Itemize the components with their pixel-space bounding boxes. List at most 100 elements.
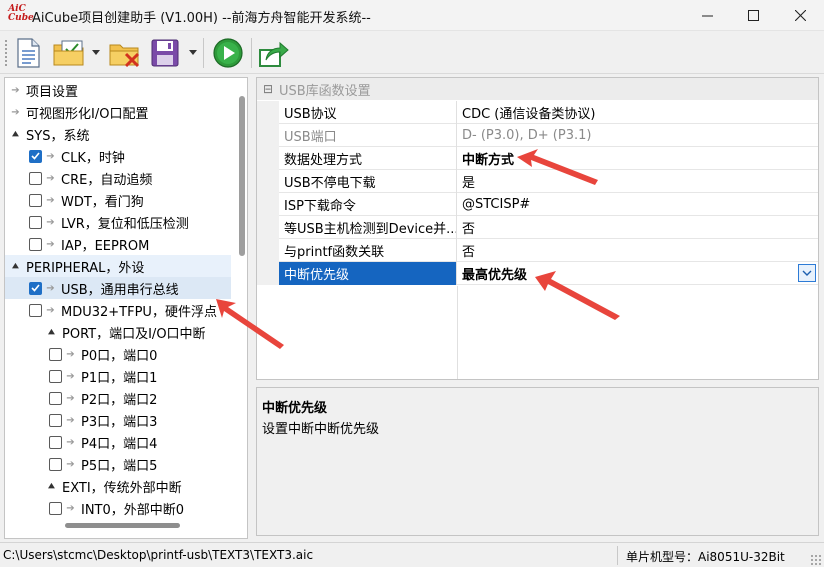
- save-button[interactable]: [148, 36, 182, 70]
- export-button[interactable]: [256, 36, 292, 70]
- resize-grip[interactable]: [810, 554, 822, 566]
- property-name: 等USB主机检测到Device并...: [279, 216, 457, 239]
- tree-item-checkbox[interactable]: [29, 237, 42, 251]
- property-value[interactable]: 否: [458, 216, 818, 239]
- tree-item[interactable]: ➔ LVR，复位和低压检测: [5, 211, 231, 233]
- tree-item[interactable]: ➔ MDU32+TFPU，硬件浮点: [5, 299, 231, 321]
- tree-item[interactable]: ➔ P4口，端口4: [5, 431, 231, 453]
- tree-item-checkbox[interactable]: [29, 149, 42, 163]
- arrow-right-icon: ➔: [66, 458, 75, 470]
- tree-item-label: P3口，端口3: [81, 414, 158, 430]
- tree-item[interactable]: ➔ IAP，EEPROM: [5, 233, 231, 255]
- tree-item-checkbox[interactable]: [29, 193, 42, 207]
- collapse-icon[interactable]: ⊟: [257, 82, 279, 96]
- tree-vertical-scrollbar[interactable]: [239, 96, 245, 256]
- property-value[interactable]: @STCISP#: [458, 193, 818, 216]
- tree-item-label: LVR，复位和低压检测: [61, 216, 189, 232]
- tree-item-checkbox[interactable]: [49, 347, 62, 361]
- save-dropdown-arrow[interactable]: [189, 50, 197, 55]
- tree-item-checkbox[interactable]: [29, 281, 42, 295]
- minimize-icon: [701, 15, 713, 17]
- minimize-button[interactable]: [684, 0, 730, 31]
- property-value[interactable]: D- (P3.0), D+ (P3.1): [458, 124, 818, 147]
- tree-item-checkbox[interactable]: [29, 171, 42, 185]
- tree-item-label: CRE，自动追频: [61, 172, 153, 188]
- tree-item-label: P0口，端口0: [81, 348, 158, 364]
- property-value[interactable]: 是: [458, 170, 818, 193]
- property-row[interactable]: USB不停电下载是: [257, 170, 818, 193]
- property-value[interactable]: 最高优先级: [458, 262, 818, 285]
- property-row[interactable]: USB端口 D- (P3.0), D+ (P3.1): [257, 124, 818, 147]
- open-dropdown-arrow[interactable]: [92, 50, 100, 55]
- description-title: 中断优先级: [262, 401, 328, 416]
- new-document-icon: [17, 38, 40, 68]
- open-project-button[interactable]: [52, 36, 88, 70]
- property-value[interactable]: 否: [458, 239, 818, 262]
- tree-item-label: 项目设置: [26, 84, 79, 100]
- property-row[interactable]: ISP下载命令 @STCISP#: [257, 193, 818, 216]
- tree-item[interactable]: ▲ PERIPHERAL，外设: [5, 255, 231, 277]
- property-value[interactable]: 中断方式: [458, 147, 818, 170]
- tree-item[interactable]: ➔ 项目设置: [5, 79, 231, 101]
- expand-chevron-icon[interactable]: ▲: [47, 482, 56, 490]
- tree-item[interactable]: ➔ CLK，时钟: [5, 145, 231, 167]
- grid-divider: [457, 286, 458, 379]
- property-category[interactable]: ⊟ USB库函数设置: [257, 78, 818, 100]
- property-row[interactable]: 中断优先级 最高优先级: [257, 262, 818, 285]
- run-button[interactable]: [210, 36, 246, 70]
- tree-item[interactable]: ➔ WDT，看门狗: [5, 189, 231, 211]
- tree-item-label: P4口，端口4: [81, 436, 158, 452]
- expand-chevron-icon[interactable]: ▲: [11, 130, 20, 138]
- status-mcu-model: 单片机型号：Ai8051U-32Bit: [626, 550, 785, 564]
- tree-item-label: INT0，外部中断0: [81, 502, 185, 518]
- close-project-button[interactable]: [107, 36, 143, 70]
- status-file-path: C:\Users\stcmc\Desktop\printf-usb\TEXT3\…: [3, 548, 314, 562]
- tree-item-checkbox[interactable]: [49, 369, 62, 383]
- property-gutter: [257, 124, 279, 147]
- tree-item[interactable]: ▲ SYS，系统: [5, 123, 231, 145]
- tree-item-checkbox[interactable]: [49, 413, 62, 427]
- property-gutter: [257, 170, 279, 193]
- tree-horizontal-scrollbar[interactable]: [65, 523, 180, 528]
- tree-item[interactable]: ➔ P3口，端口3: [5, 409, 231, 431]
- new-project-button[interactable]: [12, 36, 44, 70]
- tree-item[interactable]: ▲ PORT，端口及I/O口中断: [5, 321, 231, 343]
- maximize-icon: [747, 10, 759, 21]
- arrow-right-icon: ➔: [46, 238, 55, 250]
- property-gutter: [257, 147, 279, 170]
- property-value[interactable]: CDC (通信设备类协议): [458, 101, 818, 124]
- property-name: USB端口: [279, 124, 457, 147]
- tree-panel[interactable]: ➔ 项目设置 ➔ 可视图形化I/O口配置 ▲ SYS，系统 ➔ CLK，时钟 ➔ CRE，自动追频…: [4, 77, 248, 539]
- property-row[interactable]: 与printf函数关联否: [257, 239, 818, 262]
- tree-item[interactable]: ➔ 可视图形化I/O口配置: [5, 101, 231, 123]
- tree-item-checkbox[interactable]: [49, 435, 62, 449]
- property-row[interactable]: 等USB主机检测到Device并... 否: [257, 216, 818, 239]
- property-row[interactable]: USB协议 CDC (通信设备类协议): [257, 101, 818, 124]
- tree-item-checkbox[interactable]: [29, 215, 42, 229]
- close-button[interactable]: [777, 0, 823, 31]
- toolbar-grip[interactable]: [4, 39, 8, 67]
- tree-item-checkbox[interactable]: [49, 391, 62, 405]
- tree-item-checkbox[interactable]: [49, 457, 62, 471]
- tree-item-checkbox[interactable]: [29, 303, 42, 317]
- expand-chevron-icon[interactable]: ▲: [47, 328, 56, 336]
- tree-item[interactable]: ➔ USB，通用串行总线: [5, 277, 231, 299]
- tree-item-label: CLK，时钟: [61, 150, 125, 166]
- property-gutter: [257, 193, 279, 216]
- maximize-button[interactable]: [730, 0, 776, 31]
- tree-item[interactable]: ➔ P0口，端口0: [5, 343, 231, 365]
- tree-item-label: EXTI，传统外部中断: [62, 480, 182, 496]
- tree-item[interactable]: ▲ EXTI，传统外部中断: [5, 475, 231, 497]
- tree-item[interactable]: ➔ P5口，端口5: [5, 453, 231, 475]
- tree-item[interactable]: ➔ INT0，外部中断0: [5, 497, 231, 519]
- property-gutter: [257, 216, 279, 239]
- tree-item[interactable]: ➔ P2口，端口2: [5, 387, 231, 409]
- property-name: 中断优先级: [279, 262, 457, 285]
- save-icon: [151, 39, 179, 67]
- expand-chevron-icon[interactable]: ▲: [11, 262, 20, 270]
- property-dropdown-button[interactable]: [798, 264, 816, 282]
- tree-item[interactable]: ➔ P1口，端口1: [5, 365, 231, 387]
- tree-item-checkbox[interactable]: [49, 501, 62, 515]
- property-row[interactable]: 数据处理方式 中断方式: [257, 147, 818, 170]
- tree-item[interactable]: ➔ CRE，自动追频: [5, 167, 231, 189]
